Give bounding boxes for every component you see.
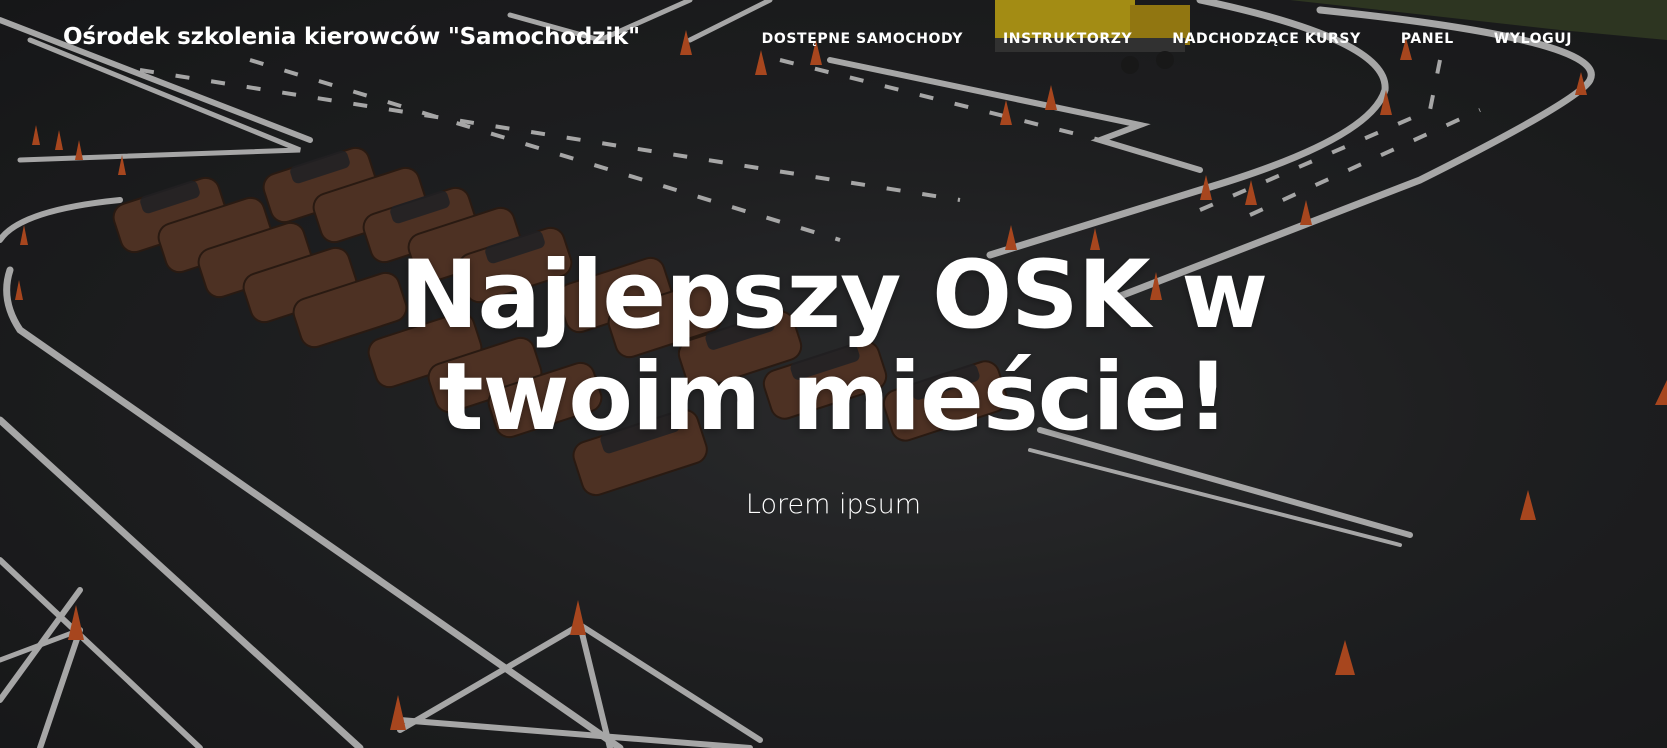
hero-title-line2: twoim mieście! <box>438 343 1230 452</box>
nav-link-logout[interactable]: WYLOGUJ <box>1474 31 1572 47</box>
nav-link-instructors[interactable]: INSTRUKTORZY <box>983 31 1152 47</box>
nav-item-logout: WYLOGUJ <box>1474 31 1572 47</box>
nav-link-panel[interactable]: PANEL <box>1381 31 1474 47</box>
hero-section: Ośrodek szkolenia kierowców "Samochodzik… <box>0 0 1667 748</box>
hero-title-line1: Najlepszy OSK w <box>399 241 1268 350</box>
nav-item-instructors: INSTRUKTORZY <box>983 31 1152 47</box>
brand-link[interactable]: Ośrodek szkolenia kierowców "Samochodzik… <box>63 24 640 50</box>
hero-title: Najlepszy OSK w twoim mieście! <box>0 245 1667 449</box>
nav-item-available-cars: DOSTĘPNE SAMOCHODY <box>742 31 983 47</box>
nav-link-upcoming-courses[interactable]: NADCHODZĄCE KURSY <box>1152 31 1381 47</box>
nav-item-upcoming-courses: NADCHODZĄCE KURSY <box>1152 31 1381 47</box>
nav-item-panel: PANEL <box>1381 31 1474 47</box>
hero-subtitle: Lorem ipsum <box>745 489 922 520</box>
nav-link-available-cars[interactable]: DOSTĘPNE SAMOCHODY <box>742 31 983 47</box>
nav-menu: DOSTĘPNE SAMOCHODY INSTRUKTORZY NADCHODZ… <box>742 31 1572 47</box>
top-navbar: Ośrodek szkolenia kierowców "Samochodzik… <box>0 0 1667 80</box>
